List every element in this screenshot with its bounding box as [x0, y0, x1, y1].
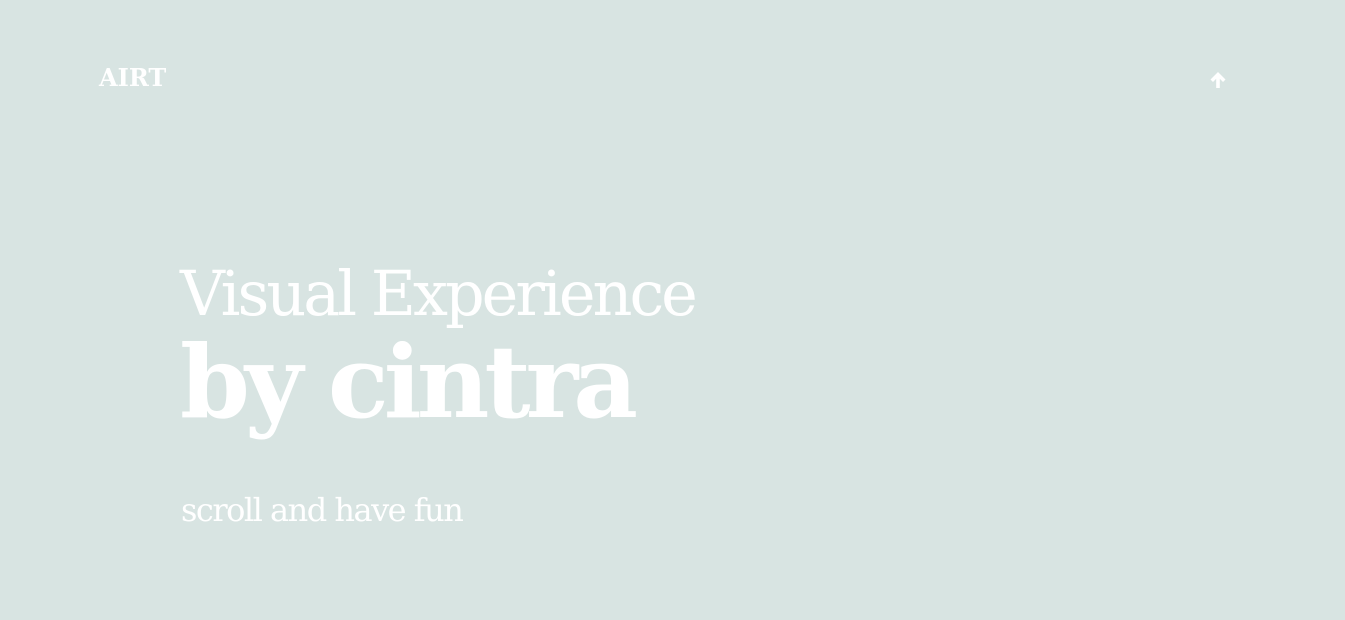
scroll-up-button[interactable]: [1206, 68, 1230, 92]
site-logo[interactable]: AIRT: [99, 63, 166, 93]
arrow-up-icon: [1210, 72, 1226, 88]
hero-heading: Visual Experience by cintra: [180, 256, 698, 441]
hero-tagline: scroll and have fun: [181, 491, 464, 529]
hero-title-line-2: by cintra: [180, 323, 638, 441]
hero-title-line-1: Visual Experience: [180, 257, 698, 330]
